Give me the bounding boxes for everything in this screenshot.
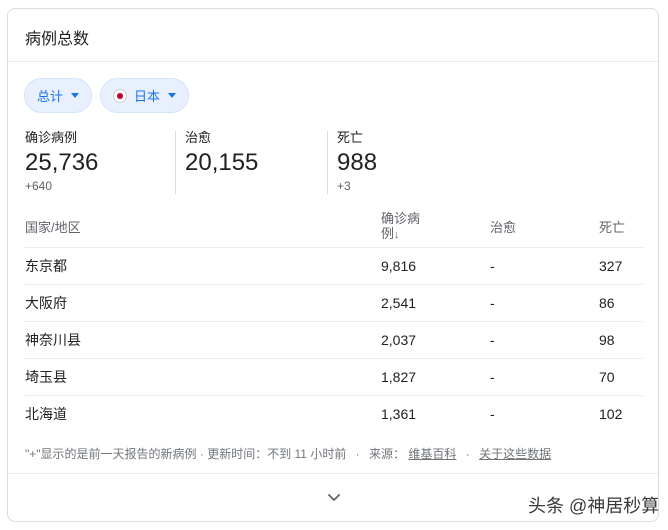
row-deaths: 327 [599, 246, 643, 284]
row-region: 埼玉县 [25, 357, 381, 395]
header-recovered: 治愈 [490, 219, 517, 235]
row-cases: 2,541 [381, 283, 490, 321]
dropdown-caret-icon [168, 93, 176, 98]
card-title: 病例总数 [25, 31, 90, 48]
row-recovered: - [490, 394, 599, 432]
stat-recovered: 治愈 20,155 [185, 130, 258, 177]
table-row: 东京都 9,816 - 327 [25, 246, 643, 284]
footer-divider [8, 473, 658, 474]
stat-cases-label: 确诊病例 [25, 130, 78, 145]
row-deaths: 86 [599, 283, 643, 321]
table-row: 埼玉县 1,827 - 70 [25, 357, 643, 395]
table-row: 神奈川县 2,037 - 98 [25, 320, 643, 358]
table-row: 北海道 1,361 - 102 [25, 394, 643, 432]
stat-deaths: 死亡 988 +3 [337, 130, 377, 194]
header-cases-sortable[interactable]: 确诊病 例↓ [381, 208, 490, 247]
wikipedia-source-link[interactable]: 维基百科 [408, 447, 456, 461]
row-deaths: 98 [599, 320, 643, 358]
table-row: 大阪府 2,541 - 86 [25, 283, 643, 321]
title-divider [8, 61, 658, 62]
row-recovered: - [490, 246, 599, 284]
table-header-row: 国家/地区 确诊病 例↓ 治愈 死亡 [25, 208, 643, 247]
country-filter-button[interactable]: 日本 [100, 78, 189, 113]
row-recovered: - [490, 357, 599, 395]
stat-divider [175, 131, 176, 194]
footnote-text: "+"显示的是前一天报告的新病例 · 更新时间：不到 11 小时前 [25, 447, 347, 461]
stat-cases-value: 25,736 [25, 149, 99, 176]
row-cases: 1,827 [381, 357, 490, 395]
header-cases-line2: 例 [381, 226, 395, 242]
japan-flag-icon [113, 88, 127, 103]
about-data-link[interactable]: 关于这些数据 [479, 447, 551, 461]
country-filter-label: 日本 [134, 89, 161, 104]
source-label: 来源： [369, 447, 406, 461]
header-region: 国家/地区 [25, 219, 81, 235]
row-region: 北海道 [25, 394, 381, 432]
row-region: 东京都 [25, 246, 381, 284]
row-deaths: 70 [599, 357, 643, 395]
footnote-separator: · [355, 447, 360, 461]
total-filter-label: 总计 [37, 89, 64, 104]
stat-cases: 确诊病例 25,736 +640 [25, 130, 98, 194]
expand-chevron-down-icon[interactable] [326, 489, 342, 505]
row-recovered: - [490, 283, 599, 321]
row-recovered: - [490, 320, 599, 358]
stats-card: 病例总数 总计 日本 确诊病例 25,736 +640 治愈 20,155 死亡… [7, 8, 659, 522]
stat-recovered-value: 20,155 [185, 149, 259, 176]
row-deaths: 102 [599, 394, 643, 432]
row-cases: 2,037 [381, 320, 490, 358]
stat-deaths-value: 988 [337, 149, 378, 176]
region-table: 国家/地区 确诊病 例↓ 治愈 死亡 东京都 9,816 - 327 大阪府 2… [25, 208, 643, 432]
watermark: 头条 @神居秒算 [528, 496, 660, 516]
sort-down-arrow-icon: ↓ [394, 229, 400, 242]
footnote-separator: · [465, 447, 470, 461]
stat-recovered-label: 治愈 [185, 130, 212, 145]
total-filter-button[interactable]: 总计 [24, 78, 92, 113]
header-deaths: 死亡 [599, 219, 626, 235]
footnote: "+"显示的是前一天报告的新病例 · 更新时间：不到 11 小时前 · 来源： … [25, 445, 551, 462]
row-region: 神奈川县 [25, 320, 381, 358]
row-cases: 1,361 [381, 394, 490, 432]
header-cases-line1: 确诊病 [381, 211, 421, 227]
stat-divider [327, 131, 328, 194]
stat-deaths-delta: +3 [337, 179, 351, 193]
stat-cases-delta: +640 [25, 179, 53, 193]
dropdown-caret-icon [71, 93, 79, 98]
row-region: 大阪府 [25, 283, 381, 321]
stat-deaths-label: 死亡 [337, 130, 364, 145]
row-cases: 9,816 [381, 246, 490, 284]
